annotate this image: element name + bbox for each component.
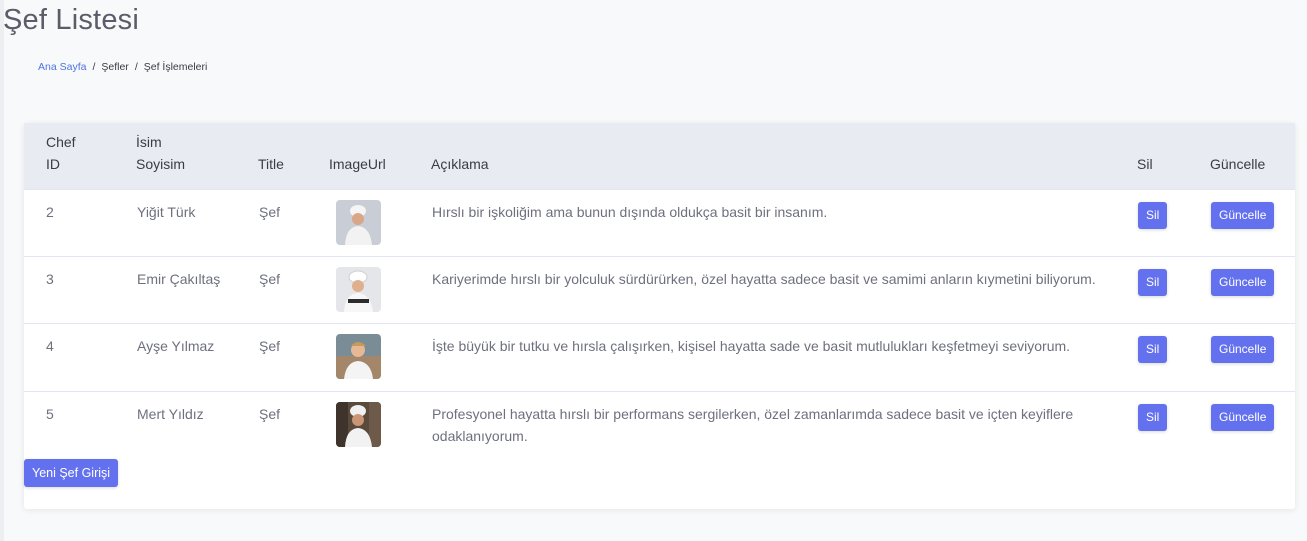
delete-button[interactable]: Sil [1138, 268, 1168, 296]
header-delete: Sil [1137, 155, 1153, 172]
table-header-row: Chef ID İsim Soyisim Title ImageUrl Açıkla… [24, 123, 1295, 189]
delete-button[interactable]: Sil [1138, 335, 1168, 363]
cell-title: Şef [259, 405, 281, 422]
breadcrumb-separator: / [134, 61, 138, 73]
header-update: Güncelle [1210, 155, 1266, 172]
chef-list-card: Chef ID İsim Soyisim Title ImageUrl Açıkla… [24, 123, 1295, 509]
cell-name: Emir Çakıltaş [137, 270, 221, 287]
cell-chef-id: 3 [46, 270, 54, 287]
header-chef-id: Chef ID [46, 133, 76, 172]
breadcrumb: Ana Sayfa / Şefler / Şef İşlemeleri [38, 61, 207, 73]
breadcrumb-current: Şef İşlemeleri [143, 61, 208, 73]
breadcrumb-home-link[interactable]: Ana Sayfa [38, 61, 86, 73]
cell-title: Şef [259, 270, 281, 287]
header-image-url: ImageUrl [329, 155, 386, 172]
delete-button[interactable]: Sil [1138, 201, 1168, 229]
table-row: 5 Mert Yıldız Şef Profesyonel hayatta hı… [24, 391, 1295, 459]
update-button[interactable]: Güncelle [1211, 335, 1275, 363]
cell-chef-id: 4 [46, 337, 54, 354]
update-button[interactable]: Güncelle [1211, 403, 1275, 431]
table-row: 3 Emir Çakıltaş Şef Kariyerimde hırslı b… [24, 256, 1295, 323]
breadcrumb-separator: / [92, 61, 96, 73]
table-row: 2 Yiğit Türk Şef Hırslı bir işkoliğim am… [24, 189, 1295, 256]
cell-chef-id: 5 [46, 405, 54, 422]
update-button[interactable]: Güncelle [1211, 268, 1275, 296]
table-row: 4 Ayşe Yılmaz Şef İşte büyük bir tutku v… [24, 323, 1295, 391]
cell-description: Hırslı bir işkoliğim ama bunun dışında o… [432, 203, 828, 220]
cell-chef-id: 2 [46, 203, 54, 220]
chef-table: Chef ID İsim Soyisim Title ImageUrl Açıkla… [24, 123, 1295, 459]
cell-description: Kariyerimde hırslı bir yolculuk sürdürür… [432, 270, 1096, 287]
chef-photo-icon [336, 266, 381, 312]
header-name: İsim Soyisim [136, 133, 186, 172]
cell-name: Yiğit Türk [137, 203, 196, 220]
chef-photo-icon [336, 199, 381, 245]
cell-name: Ayşe Yılmaz [137, 337, 215, 354]
chef-photo-icon [336, 333, 381, 379]
chef-photo-icon [336, 401, 381, 447]
cell-description: Profesyonel hayatta hırslı bir performan… [432, 405, 1074, 444]
cell-title: Şef [259, 337, 281, 354]
page-title: Şef Listesi [3, 4, 139, 36]
delete-button[interactable]: Sil [1138, 403, 1168, 431]
new-chef-button[interactable]: Yeni Şef Girişi [24, 459, 119, 487]
cell-title: Şef [259, 203, 281, 220]
header-title: Title [258, 155, 284, 172]
breadcrumb-section: Şefler [101, 61, 129, 73]
header-description: Açıklama [431, 155, 489, 172]
sidebar-edge [0, 0, 4, 541]
update-button[interactable]: Güncelle [1211, 201, 1275, 229]
cell-description: İşte büyük bir tutku ve hırsla çalışırke… [432, 337, 1071, 354]
cell-name: Mert Yıldız [137, 405, 204, 422]
